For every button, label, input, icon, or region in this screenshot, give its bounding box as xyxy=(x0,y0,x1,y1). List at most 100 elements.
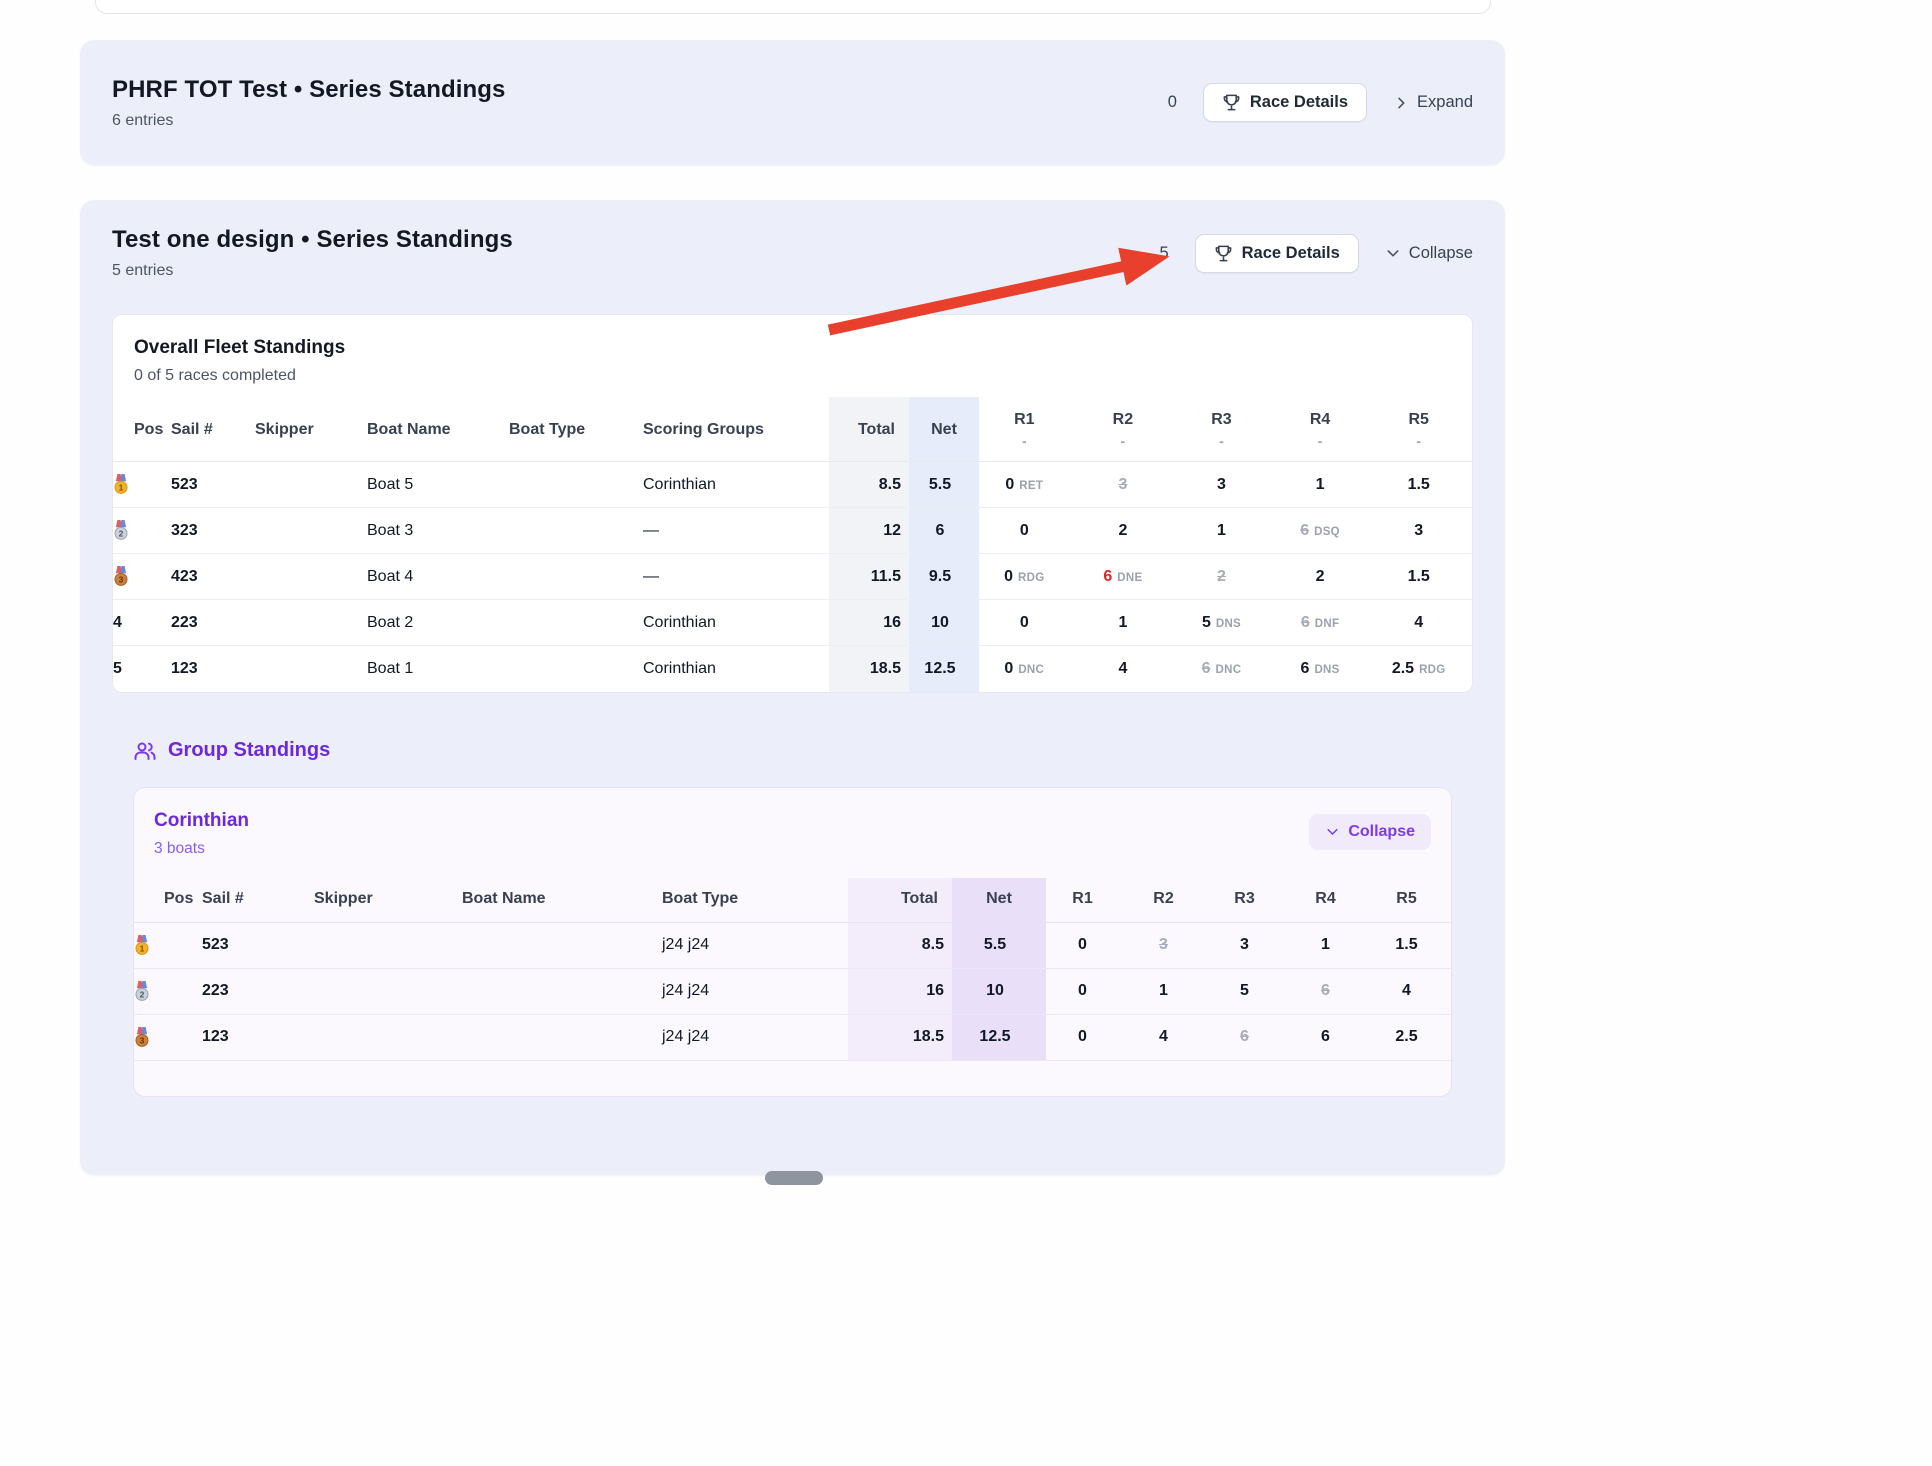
boat-type-cell xyxy=(509,554,643,600)
trophy-icon xyxy=(1214,244,1233,263)
total-cell: 11.5 xyxy=(829,554,909,600)
race-score: 1 xyxy=(1217,522,1226,539)
race-score: 2 xyxy=(1118,522,1127,539)
table-row: 2223j24 j24161001564 xyxy=(134,968,1451,1014)
race-column-header: R2 xyxy=(1127,878,1208,923)
race-score: 6 xyxy=(1321,1028,1330,1045)
silver-medal-icon: 2 xyxy=(113,520,129,541)
column-header: Boat Type xyxy=(509,397,643,462)
boat-name-cell xyxy=(462,968,662,1014)
column-header: Boat Name xyxy=(462,878,662,923)
total-cell: 18.5 xyxy=(829,646,909,692)
race-score: 6 xyxy=(1240,1028,1249,1045)
race-score-cell: 6 xyxy=(1289,968,1370,1014)
race-score: 1.5 xyxy=(1408,568,1430,585)
group-collapse-button[interactable]: Collapse xyxy=(1309,814,1431,850)
race-details-button[interactable]: Race Details xyxy=(1195,234,1359,273)
races-count: 5 xyxy=(1159,244,1168,263)
column-header: Skipper xyxy=(314,878,462,923)
race-score: 4 xyxy=(1402,982,1411,999)
race-score-cell: 6DNF xyxy=(1275,600,1374,646)
table-row: 4223Boat 2Corinthian1610015DNS6DNF4 xyxy=(113,600,1472,646)
sail-number-cell: 423 xyxy=(171,554,255,600)
sail-number-cell: 123 xyxy=(171,646,255,692)
race-score-cell: 4 xyxy=(1127,1014,1208,1060)
race-details-label: Race Details xyxy=(1242,244,1340,263)
card-header: PHRF TOT Test • Series Standings 6 entri… xyxy=(80,40,1505,165)
race-score: 2.5 xyxy=(1392,660,1414,677)
scoring-groups-cell: Corinthian xyxy=(643,646,829,692)
race-score-cell: 3 xyxy=(1373,508,1472,554)
skipper-cell xyxy=(314,922,462,968)
score-code: DNS xyxy=(1314,664,1339,676)
race-score: 6 xyxy=(1103,568,1112,585)
fleet-standings-title: Overall Fleet Standings xyxy=(134,337,1451,359)
boat-type-cell: j24 j24 xyxy=(662,968,848,1014)
boat-name-cell: Boat 1 xyxy=(367,646,509,692)
race-score: 1 xyxy=(1316,476,1325,493)
boat-name-cell xyxy=(462,922,662,968)
fleet-table-body: 1523Boat 5Corinthian8.55.50RET3311.52323… xyxy=(113,462,1472,692)
boat-type-cell xyxy=(509,646,643,692)
position-cell: 4 xyxy=(113,600,171,646)
total-cell: 8.5 xyxy=(848,922,952,968)
total-cell: 12 xyxy=(829,508,909,554)
skipper-cell xyxy=(314,968,462,1014)
race-score: 0 xyxy=(1078,936,1087,953)
race-score-cell: 0RET xyxy=(979,462,1078,508)
table-row: 3123j24 j2418.512.504662.5 xyxy=(134,1014,1451,1060)
position-cell: 2 xyxy=(134,968,202,1014)
expand-button[interactable]: Expand xyxy=(1393,93,1473,112)
race-column-header: R5- xyxy=(1373,397,1472,462)
card-actions: 0 Race Details Expand xyxy=(1168,83,1473,122)
boat-name-cell: Boat 4 xyxy=(367,554,509,600)
score-code: DNC xyxy=(1018,664,1044,676)
scrollbar-thumb[interactable] xyxy=(765,1171,823,1185)
race-column-header: R1- xyxy=(979,397,1078,462)
race-score-cell: 1 xyxy=(1289,922,1370,968)
score-code: RDG xyxy=(1419,664,1445,676)
race-score-cell: 4 xyxy=(1078,646,1177,692)
position-cell: 1 xyxy=(113,462,171,508)
race-score: 3 xyxy=(1118,476,1127,493)
fleet-table-header: PosSail #SkipperBoat NameBoat TypeScorin… xyxy=(113,397,1472,462)
card-header: Test one design • Series Standings 5 ent… xyxy=(80,200,1505,280)
net-cell: 6 xyxy=(909,508,979,554)
race-score-cell: 5 DNS xyxy=(1176,600,1275,646)
position-cell: 3 xyxy=(134,1014,202,1060)
race-score: 6 xyxy=(1301,614,1310,631)
race-score: 3 xyxy=(1217,476,1226,493)
boat-name-cell: Boat 5 xyxy=(367,462,509,508)
table-row: 1523j24 j248.55.503311.5 xyxy=(134,922,1451,968)
race-score: 6 xyxy=(1301,660,1310,677)
group-name: Corinthian xyxy=(154,810,249,832)
group-title-block: Corinthian 3 boats xyxy=(154,810,249,858)
score-code: DNS xyxy=(1216,618,1241,630)
score-code: DNC xyxy=(1216,664,1242,676)
race-score: 0 xyxy=(1020,522,1029,539)
position-cell: 3 xyxy=(113,554,171,600)
column-header: Pos xyxy=(113,397,171,462)
net-cell: 12.5 xyxy=(952,1014,1046,1060)
skipper-cell xyxy=(255,508,367,554)
collapse-button[interactable]: Collapse xyxy=(1385,244,1473,263)
race-score-cell: 1.5 xyxy=(1373,462,1472,508)
total-cell: 16 xyxy=(829,600,909,646)
fleet-standings-table: PosSail #SkipperBoat NameBoat TypeScorin… xyxy=(113,397,1472,692)
chevron-down-icon xyxy=(1385,245,1401,261)
skipper-cell xyxy=(314,1014,462,1060)
column-header: Net xyxy=(909,397,979,462)
series-title: Test one design • Series Standings xyxy=(112,226,513,254)
race-details-button[interactable]: Race Details xyxy=(1203,83,1367,122)
total-cell: 16 xyxy=(848,968,952,1014)
group-table-body: 1523j24 j248.55.503311.52223j24 j2416100… xyxy=(134,922,1451,1060)
race-score: 5 xyxy=(1202,614,1211,631)
scoring-groups-cell: Corinthian xyxy=(643,600,829,646)
race-score: 6 xyxy=(1321,982,1330,999)
column-header: Boat Type xyxy=(662,878,848,923)
chevron-down-icon xyxy=(1325,824,1340,839)
fleet-standings-panel: Overall Fleet Standings 0 of 5 races com… xyxy=(112,314,1473,693)
race-score-cell: 3 xyxy=(1078,462,1177,508)
race-score-cell: 0 xyxy=(1046,968,1127,1014)
race-score: 2.5 xyxy=(1395,1028,1417,1045)
